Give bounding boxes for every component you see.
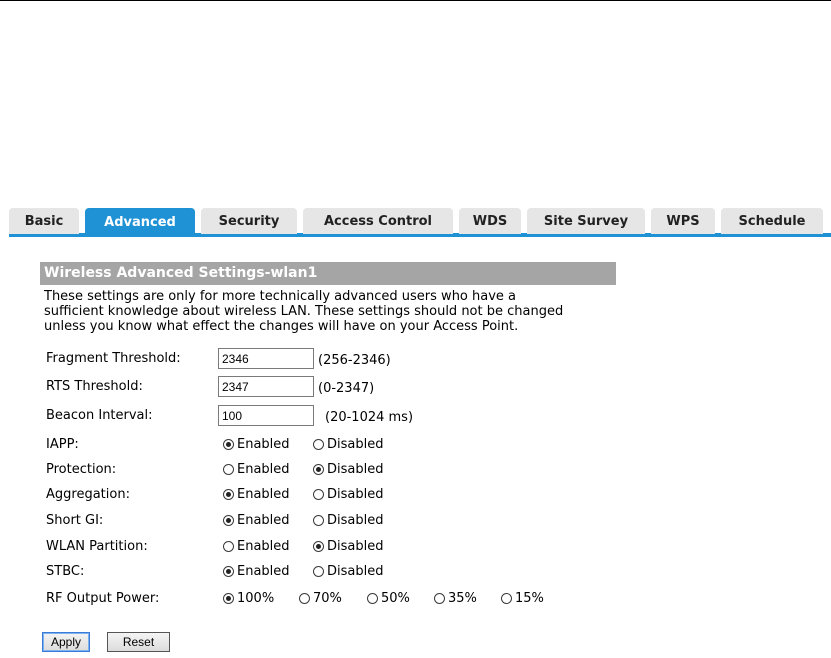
aggregation-disabled-label: Disabled (327, 487, 384, 502)
description-line: unless you know what effect the changes … (44, 319, 519, 334)
description-line: sufficient knowledge about wireless LAN.… (44, 304, 564, 319)
radio-icon[interactable] (367, 593, 378, 604)
stbc-enabled-label: Enabled (237, 564, 290, 579)
radio-icon[interactable] (223, 515, 234, 526)
fragment-threshold-hint: (256-2346) (318, 353, 391, 368)
wlan-partition-disabled-label: Disabled (327, 539, 384, 554)
tab-schedule[interactable]: Schedule (721, 208, 823, 234)
radio-icon[interactable] (313, 541, 324, 552)
description: These settings are only for more technic… (44, 289, 624, 334)
iapp-row: IAPP: Enabled Disabled (46, 434, 646, 456)
aggregation-disabled-option[interactable]: Disabled (313, 487, 383, 502)
short-gi-disabled-label: Disabled (327, 513, 384, 528)
tab-basic[interactable]: Basic (9, 208, 79, 234)
aggregation-row: Aggregation: Enabled Disabled (46, 484, 646, 506)
fragment-threshold-input[interactable] (218, 348, 314, 369)
protection-enabled-label: Enabled (237, 462, 290, 477)
wlan-partition-enabled-label: Enabled (237, 539, 290, 554)
rf-power-35-option[interactable]: 35% (434, 591, 477, 606)
iapp-enabled-option[interactable]: Enabled (223, 437, 290, 452)
rf-power-70-label: 70% (313, 591, 342, 606)
stbc-row: STBC: Enabled Disabled (46, 561, 646, 583)
stbc-enabled-option[interactable]: Enabled (223, 564, 290, 579)
aggregation-label: Aggregation: (46, 487, 130, 502)
protection-disabled-label: Disabled (327, 462, 384, 477)
stbc-disabled-label: Disabled (327, 564, 384, 579)
short-gi-row: Short GI: Enabled Disabled (46, 510, 646, 532)
tab-access-control[interactable]: Access Control (303, 208, 453, 234)
rf-power-100-option[interactable]: 100% (223, 591, 274, 606)
protection-enabled-option[interactable]: Enabled (223, 462, 290, 477)
radio-icon[interactable] (434, 593, 445, 604)
rf-output-power-row: RF Output Power: 100% 70% 50% 35% 15% (46, 588, 646, 610)
short-gi-enabled-option[interactable]: Enabled (223, 513, 290, 528)
radio-icon[interactable] (223, 566, 234, 577)
wlan-partition-label: WLAN Partition: (46, 539, 148, 554)
rts-threshold-label: RTS Threshold: (46, 379, 143, 394)
radio-icon[interactable] (313, 439, 324, 450)
fragment-threshold-label: Fragment Threshold: (46, 351, 181, 366)
radio-icon[interactable] (223, 489, 234, 500)
short-gi-label: Short GI: (46, 513, 104, 528)
tab-wps[interactable]: WPS (651, 208, 715, 234)
wlan-partition-enabled-option[interactable]: Enabled (223, 539, 290, 554)
rf-power-15-option[interactable]: 15% (501, 591, 544, 606)
rf-power-50-label: 50% (381, 591, 410, 606)
fragment-threshold-row: Fragment Threshold: (256-2346) (46, 348, 646, 370)
rf-power-50-option[interactable]: 50% (367, 591, 410, 606)
radio-icon[interactable] (223, 541, 234, 552)
protection-disabled-option[interactable]: Disabled (313, 462, 383, 477)
radio-icon[interactable] (223, 464, 234, 475)
aggregation-enabled-label: Enabled (237, 487, 290, 502)
iapp-label: IAPP: (46, 437, 79, 452)
tab-security[interactable]: Security (201, 208, 297, 234)
radio-icon[interactable] (299, 593, 310, 604)
rf-output-power-label: RF Output Power: (46, 591, 160, 606)
rts-threshold-hint: (0-2347) (318, 381, 375, 396)
radio-icon[interactable] (313, 515, 324, 526)
beacon-interval-label: Beacon Interval: (46, 408, 153, 423)
tab-bar: Basic Advanced Security Access Control W… (9, 208, 831, 237)
radio-icon[interactable] (313, 464, 324, 475)
iapp-enabled-label: Enabled (237, 437, 290, 452)
tab-advanced[interactable]: Advanced (85, 208, 195, 237)
rf-power-15-label: 15% (515, 591, 544, 606)
tab-site-survey[interactable]: Site Survey (527, 208, 645, 234)
top-border (0, 0, 831, 1)
radio-icon[interactable] (313, 566, 324, 577)
rf-power-70-option[interactable]: 70% (299, 591, 342, 606)
radio-icon[interactable] (501, 593, 512, 604)
rf-power-35-label: 35% (448, 591, 477, 606)
beacon-interval-input[interactable] (218, 405, 314, 426)
aggregation-enabled-option[interactable]: Enabled (223, 487, 290, 502)
radio-icon[interactable] (223, 593, 234, 604)
stbc-disabled-option[interactable]: Disabled (313, 564, 383, 579)
rf-power-100-label: 100% (237, 591, 275, 606)
tab-wds[interactable]: WDS (459, 208, 521, 234)
short-gi-enabled-label: Enabled (237, 513, 290, 528)
rts-threshold-row: RTS Threshold: (0-2347) (46, 376, 646, 398)
wlan-partition-disabled-option[interactable]: Disabled (313, 539, 383, 554)
radio-icon[interactable] (223, 439, 234, 450)
rts-threshold-input[interactable] (218, 376, 314, 397)
reset-button[interactable]: Reset (107, 632, 170, 652)
section-title: Wireless Advanced Settings-wlan1 (40, 262, 616, 285)
protection-label: Protection: (46, 462, 117, 477)
description-line: These settings are only for more technic… (44, 289, 517, 304)
iapp-disabled-option[interactable]: Disabled (313, 437, 383, 452)
protection-row: Protection: Enabled Disabled (46, 459, 646, 481)
stbc-label: STBC: (46, 564, 85, 579)
beacon-interval-hint: (20-1024 ms) (325, 410, 414, 425)
beacon-interval-row: Beacon Interval: (20-1024 ms) (46, 405, 646, 427)
wlan-partition-row: WLAN Partition: Enabled Disabled (46, 536, 646, 558)
apply-button[interactable]: Apply (42, 632, 90, 652)
radio-icon[interactable] (313, 489, 324, 500)
iapp-disabled-label: Disabled (327, 437, 384, 452)
short-gi-disabled-option[interactable]: Disabled (313, 513, 383, 528)
